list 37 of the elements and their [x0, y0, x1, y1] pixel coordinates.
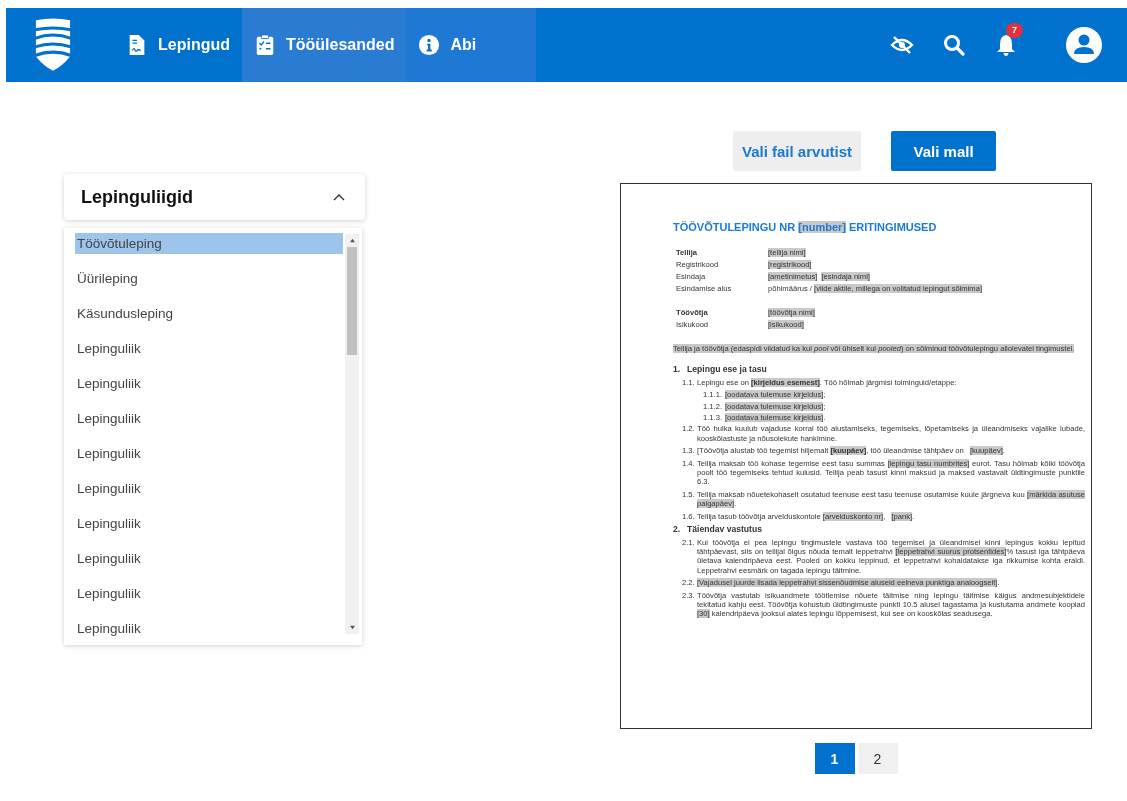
scroll-up-arrow-icon[interactable] [348, 238, 356, 243]
list-item[interactable]: Lepinguliik [75, 408, 343, 443]
shield-logo-icon[interactable] [34, 18, 72, 72]
list-item[interactable]: Lepinguliik [75, 548, 343, 583]
caret-icon[interactable] [333, 193, 345, 201]
nav-tab[interactable]: Abi [406, 8, 537, 82]
search-icon[interactable] [942, 33, 966, 57]
scrollbar[interactable] [345, 234, 359, 634]
list-item[interactable]: Lepinguliik [75, 513, 343, 548]
list-item[interactable]: Lepinguliik [75, 443, 343, 478]
list-item[interactable]: Töövõtuleping [75, 233, 343, 254]
nav-tab[interactable]: Lepingud [114, 8, 242, 82]
section-heading: Täiendav vastutus [687, 525, 762, 535]
list-item[interactable]: Lepinguliik [75, 583, 343, 618]
page-button[interactable]: 2 [857, 743, 898, 774]
list-item[interactable]: Käsundusleping [75, 303, 343, 338]
scroll-down-arrow-icon[interactable] [348, 625, 356, 630]
list-item[interactable]: Üürileping [75, 268, 343, 303]
list-item[interactable]: Lepinguliik [75, 478, 343, 513]
section-number: 2. [673, 525, 682, 535]
page-button[interactable]: 1 [814, 743, 855, 774]
clipboard-icon [254, 33, 276, 57]
info-icon [418, 33, 441, 57]
user-avatar-icon[interactable] [1066, 27, 1102, 63]
dropdown-title: Lepinguliigid [81, 186, 193, 208]
document-title: TÖÖVÕTULEPINGU NR [number] ERITINGIMUSED [673, 220, 938, 234]
choose-file-button[interactable]: Vali fail arvutist [733, 131, 862, 171]
section-number: 1. [673, 365, 682, 375]
list-item[interactable]: Lepinguliik [75, 373, 343, 408]
choose-template-button[interactable]: Vali mall [891, 131, 997, 171]
list-item[interactable]: Lepinguliik [75, 338, 343, 373]
list-item[interactable]: Lepinguliik [75, 618, 343, 653]
section-heading: Lepingu ese ja tasu [687, 365, 767, 375]
scrollbar-thumb[interactable] [347, 247, 357, 355]
dropdown-header[interactable]: Lepinguliigid [64, 174, 365, 220]
notification-count-badge: 7 [1006, 23, 1023, 38]
nav-tab[interactable]: Tööülesanded [242, 8, 407, 82]
